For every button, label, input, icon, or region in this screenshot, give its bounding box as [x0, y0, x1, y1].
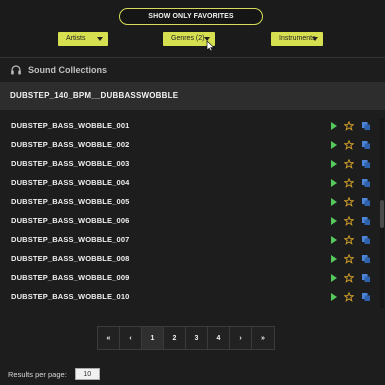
row-actions — [331, 233, 371, 247]
list-item[interactable]: DUBSTEP_BASS_WOBBLE_004 — [0, 174, 385, 192]
scrollbar[interactable] — [380, 118, 384, 308]
collection-folder-header[interactable]: DUBSTEP_140_BPM__DUBBASSWOBBLE — [0, 82, 385, 110]
play-icon[interactable] — [331, 293, 337, 301]
instruments-filter-dropdown[interactable]: Instruments — [271, 32, 323, 46]
list-item[interactable]: DUBSTEP_BASS_WOBBLE_007 — [0, 231, 385, 249]
row-actions — [331, 157, 371, 171]
copy-icon[interactable] — [361, 273, 371, 283]
star-icon[interactable] — [344, 140, 354, 150]
row-actions — [331, 138, 371, 152]
show-only-favorites-button[interactable]: SHOW ONLY FAVORITES — [119, 8, 263, 25]
list-item[interactable]: DUBSTEP_BASS_WOBBLE_002 — [0, 136, 385, 154]
list-item[interactable]: DUBSTEP_BASS_WOBBLE_010 — [0, 288, 385, 306]
play-icon[interactable] — [331, 160, 337, 168]
copy-icon[interactable] — [361, 216, 371, 226]
star-icon[interactable] — [344, 159, 354, 169]
first-page-button[interactable]: « — [98, 327, 120, 349]
list-item[interactable]: DUBSTEP_BASS_WOBBLE_008 — [0, 250, 385, 268]
results-per-page-label: Results per page: — [8, 369, 67, 379]
sound-list: DUBSTEP_BASS_WOBBLE_001 DUBSTEP_BASS_WOB… — [0, 117, 385, 307]
star-icon[interactable] — [344, 197, 354, 207]
star-icon[interactable] — [344, 254, 354, 264]
page-button-1[interactable]: 1 — [142, 327, 164, 349]
sound-name: DUBSTEP_BASS_WOBBLE_004 — [11, 178, 130, 187]
scrollbar-thumb[interactable] — [380, 200, 384, 228]
copy-icon[interactable] — [361, 121, 371, 131]
chevron-down-icon — [312, 37, 318, 41]
page-button-2[interactable]: 2 — [164, 327, 186, 349]
copy-icon[interactable] — [361, 140, 371, 150]
star-icon[interactable] — [344, 178, 354, 188]
genres-filter-label: Genres (2) — [171, 35, 205, 42]
list-item[interactable]: DUBSTEP_BASS_WOBBLE_006 — [0, 212, 385, 230]
play-icon[interactable] — [331, 122, 337, 130]
row-actions — [331, 195, 371, 209]
artists-filter-dropdown[interactable]: Artists — [58, 32, 108, 46]
sound-name: DUBSTEP_BASS_WOBBLE_007 — [11, 235, 130, 244]
list-item[interactable]: DUBSTEP_BASS_WOBBLE_009 — [0, 269, 385, 287]
artists-filter-label: Artists — [66, 35, 86, 42]
results-per-page: Results per page: 10 — [8, 367, 100, 381]
sound-name: DUBSTEP_BASS_WOBBLE_005 — [11, 197, 130, 206]
copy-icon[interactable] — [361, 197, 371, 207]
copy-icon[interactable] — [361, 178, 371, 188]
pagination: « ‹ 1 2 3 4 › » — [97, 326, 275, 350]
play-icon[interactable] — [331, 179, 337, 187]
headphones-icon — [11, 65, 21, 75]
sound-name: DUBSTEP_BASS_WOBBLE_008 — [11, 254, 130, 263]
sound-name: DUBSTEP_BASS_WOBBLE_006 — [11, 216, 130, 225]
sound-name: DUBSTEP_BASS_WOBBLE_001 — [11, 121, 130, 130]
top-toolbar: SHOW ONLY FAVORITES Artists Genres (2) I… — [0, 0, 385, 56]
row-actions — [331, 290, 371, 304]
sound-name: DUBSTEP_BASS_WOBBLE_002 — [11, 140, 130, 149]
play-icon[interactable] — [331, 198, 337, 206]
row-actions — [331, 214, 371, 228]
folder-title: DUBSTEP_140_BPM__DUBBASSWOBBLE — [10, 91, 179, 100]
play-icon[interactable] — [331, 236, 337, 244]
copy-icon[interactable] — [361, 254, 371, 264]
row-actions — [331, 252, 371, 266]
chevron-down-icon — [97, 37, 103, 41]
list-item[interactable]: DUBSTEP_BASS_WOBBLE_005 — [0, 193, 385, 211]
list-item[interactable]: DUBSTEP_BASS_WOBBLE_001 — [0, 117, 385, 135]
play-icon[interactable] — [331, 255, 337, 263]
next-page-button[interactable]: › — [230, 327, 252, 349]
star-icon[interactable] — [344, 292, 354, 302]
results-per-page-input[interactable]: 10 — [74, 368, 100, 380]
copy-icon[interactable] — [361, 235, 371, 245]
star-icon[interactable] — [344, 273, 354, 283]
divider — [0, 57, 385, 58]
previous-page-button[interactable]: ‹ — [120, 327, 142, 349]
copy-icon[interactable] — [361, 292, 371, 302]
row-actions — [331, 119, 371, 133]
sound-name: DUBSTEP_BASS_WOBBLE_003 — [11, 159, 130, 168]
section-header: Sound Collections — [10, 62, 107, 78]
star-icon[interactable] — [344, 235, 354, 245]
page-button-4[interactable]: 4 — [208, 327, 230, 349]
section-title: Sound Collections — [28, 65, 108, 75]
sound-name: DUBSTEP_BASS_WOBBLE_009 — [11, 273, 130, 282]
star-icon[interactable] — [344, 216, 354, 226]
page-button-3[interactable]: 3 — [186, 327, 208, 349]
last-page-button[interactable]: » — [252, 327, 274, 349]
instruments-filter-label: Instruments — [279, 35, 316, 42]
list-item[interactable]: DUBSTEP_BASS_WOBBLE_003 — [0, 155, 385, 173]
mouse-cursor-icon — [206, 40, 215, 52]
star-icon[interactable] — [344, 121, 354, 131]
play-icon[interactable] — [331, 217, 337, 225]
sound-name: DUBSTEP_BASS_WOBBLE_010 — [11, 292, 130, 301]
play-icon[interactable] — [331, 274, 337, 282]
play-icon[interactable] — [331, 141, 337, 149]
row-actions — [331, 271, 371, 285]
copy-icon[interactable] — [361, 159, 371, 169]
row-actions — [331, 176, 371, 190]
